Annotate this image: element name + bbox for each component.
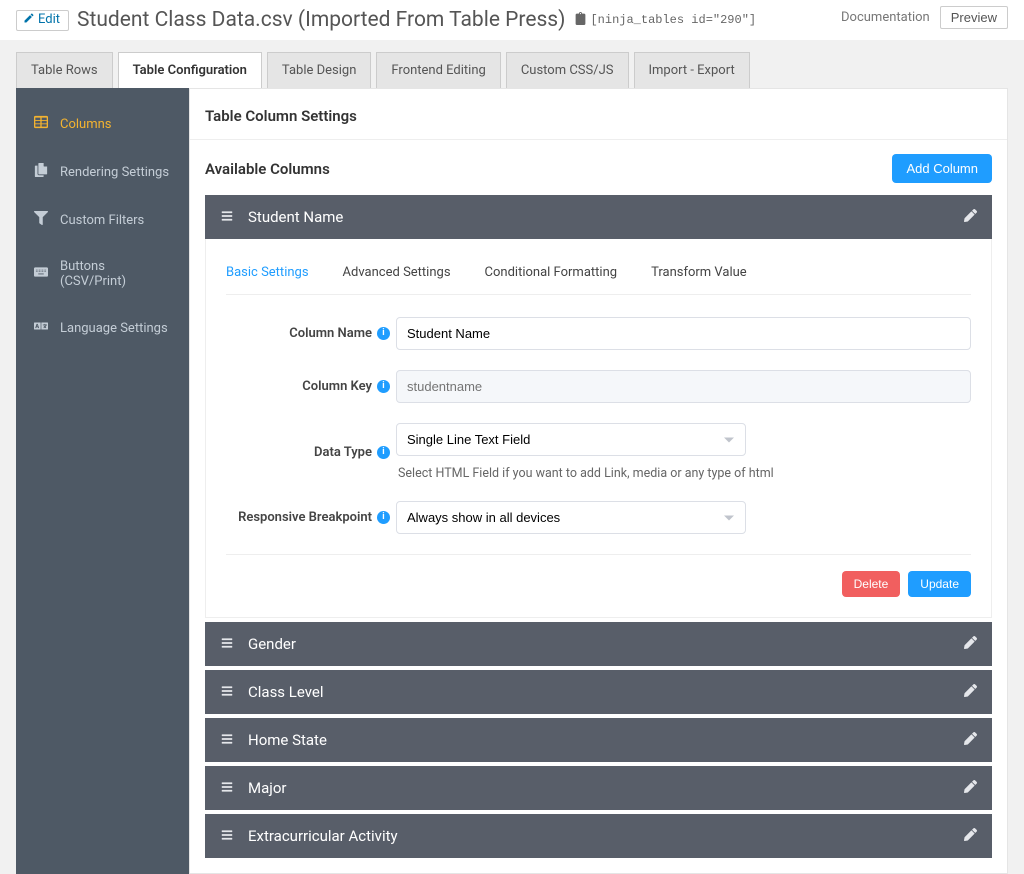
tab-custom-css-js[interactable]: Custom CSS/JS xyxy=(506,52,629,88)
sidebar-item-label: Language Settings xyxy=(60,321,168,336)
column-editor-panel: Basic Settings Advanced Settings Conditi… xyxy=(205,239,992,618)
drag-handle-icon[interactable] xyxy=(220,635,234,653)
drag-handle-icon[interactable] xyxy=(220,731,234,749)
edit-column-icon[interactable] xyxy=(964,827,977,845)
sub-tab-advanced[interactable]: Advanced Settings xyxy=(343,265,451,280)
copy-icon xyxy=(34,163,48,181)
copy-icon xyxy=(575,12,586,29)
column-title: Student Name xyxy=(248,208,343,226)
drag-handle-icon[interactable] xyxy=(220,208,234,226)
shortcode-text: [ninja_tables id="290"] xyxy=(590,13,756,27)
sidebar-item-language[interactable]: Language Settings xyxy=(16,304,189,352)
shortcode-display[interactable]: [ninja_tables id="290"] xyxy=(575,12,756,29)
info-icon[interactable]: i xyxy=(377,446,390,459)
update-button[interactable]: Update xyxy=(908,571,971,597)
column-title: Major xyxy=(248,779,286,797)
sidebar-item-rendering[interactable]: Rendering Settings xyxy=(16,148,189,196)
preview-button[interactable]: Preview xyxy=(940,6,1008,29)
column-header-class-level[interactable]: Class Level xyxy=(205,670,992,714)
tab-table-design[interactable]: Table Design xyxy=(267,52,371,88)
data-type-select[interactable]: Single Line Text Field xyxy=(396,423,746,456)
edit-column-icon[interactable] xyxy=(964,635,977,653)
table-icon xyxy=(34,115,48,133)
sub-tab-transform[interactable]: Transform Value xyxy=(651,265,747,280)
info-icon[interactable]: i xyxy=(377,327,390,340)
info-icon[interactable]: i xyxy=(377,511,390,524)
column-key-input xyxy=(396,370,971,403)
content-panel: Table Column Settings Available Columns … xyxy=(189,88,1008,874)
edit-link[interactable]: Edit xyxy=(16,10,69,31)
column-name-input[interactable] xyxy=(396,317,971,350)
sub-tab-conditional[interactable]: Conditional Formatting xyxy=(485,265,618,280)
column-header-extracurricular[interactable]: Extracurricular Activity xyxy=(205,814,992,858)
tab-frontend-editing[interactable]: Frontend Editing xyxy=(376,52,500,88)
available-columns-heading: Available Columns xyxy=(205,160,330,178)
edit-column-icon[interactable] xyxy=(964,731,977,749)
sidebar-item-label: Custom Filters xyxy=(60,213,144,228)
responsive-breakpoint-select[interactable]: Always show in all devices xyxy=(396,501,746,534)
label-column-name: Column Name xyxy=(289,326,372,341)
sidebar-item-label: Rendering Settings xyxy=(60,165,169,180)
edit-column-icon[interactable] xyxy=(964,208,977,226)
edit-column-icon[interactable] xyxy=(964,779,977,797)
page-title: Student Class Data.csv (Imported From Ta… xyxy=(77,8,565,32)
column-title: Extracurricular Activity xyxy=(248,827,398,845)
column-title: Class Level xyxy=(248,683,323,701)
edit-column-icon[interactable] xyxy=(964,683,977,701)
section-title: Table Column Settings xyxy=(190,89,1007,140)
tab-table-rows[interactable]: Table Rows xyxy=(16,52,113,88)
label-responsive-breakpoint: Responsive Breakpoint xyxy=(238,510,372,525)
column-header-gender[interactable]: Gender xyxy=(205,622,992,666)
column-header-major[interactable]: Major xyxy=(205,766,992,810)
sidebar-item-filters[interactable]: Custom Filters xyxy=(16,196,189,244)
tab-table-configuration[interactable]: Table Configuration xyxy=(118,52,262,88)
keyboard-icon xyxy=(34,265,48,283)
edit-link-label: Edit xyxy=(38,12,60,27)
drag-handle-icon[interactable] xyxy=(220,779,234,797)
sub-tab-basic[interactable]: Basic Settings xyxy=(226,265,309,280)
sidebar-item-buttons[interactable]: Buttons (CSV/Print) xyxy=(16,244,189,304)
column-header-student-name[interactable]: Student Name xyxy=(205,195,992,239)
sidebar-item-label: Columns xyxy=(60,117,112,132)
filter-icon xyxy=(34,211,48,229)
info-icon[interactable]: i xyxy=(377,380,390,393)
data-type-help: Select HTML Field if you want to add Lin… xyxy=(398,466,971,481)
label-column-key: Column Key xyxy=(302,379,372,394)
config-sidebar: Columns Rendering Settings Custom Filter… xyxy=(16,88,189,874)
main-tabs: Table Rows Table Configuration Table Des… xyxy=(0,40,1024,88)
drag-handle-icon[interactable] xyxy=(220,683,234,701)
column-title: Home State xyxy=(248,731,327,749)
delete-button[interactable]: Delete xyxy=(842,571,901,597)
pencil-icon xyxy=(23,12,35,28)
tab-import-export[interactable]: Import - Export xyxy=(634,52,750,88)
label-data-type: Data Type xyxy=(314,445,372,460)
documentation-link[interactable]: Documentation xyxy=(841,10,930,25)
column-title: Gender xyxy=(248,635,296,653)
sidebar-item-label: Buttons (CSV/Print) xyxy=(60,259,171,289)
language-icon xyxy=(34,319,48,337)
column-header-home-state[interactable]: Home State xyxy=(205,718,992,762)
add-column-button[interactable]: Add Column xyxy=(892,154,992,183)
sidebar-item-columns[interactable]: Columns xyxy=(16,100,189,148)
drag-handle-icon[interactable] xyxy=(220,827,234,845)
